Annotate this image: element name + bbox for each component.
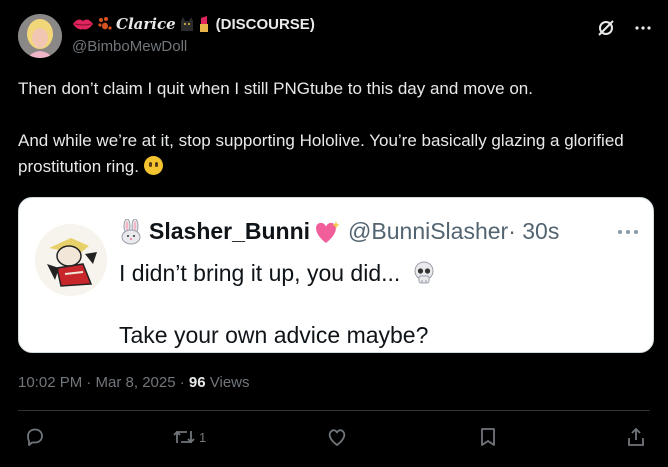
- post-paragraph-2: And while we’re at it, stop supporting H…: [18, 128, 654, 180]
- post-paragraph-2-text: And while we’re at it, stop supporting H…: [18, 131, 624, 176]
- quoted-author-name[interactable]: Slasher_Bunni: [149, 218, 310, 245]
- views-label: Views: [205, 374, 250, 391]
- lips-emoji-icon: [73, 19, 93, 30]
- quoted-line-1-text: I didn’t bring it up, you did...: [119, 260, 401, 286]
- paw-prints-emoji-icon: [98, 17, 112, 30]
- heart-icon: [328, 429, 346, 446]
- post-action-bar: 1: [0, 420, 668, 456]
- author-display-name: Clarice: [116, 15, 176, 33]
- post-body: Then don’t claim I quit when I still PNG…: [18, 76, 654, 180]
- bookmark-icon: [481, 428, 495, 446]
- quoted-post-card[interactable]: Slasher_Bunni @BunniSlasher · 30s I didn…: [18, 197, 654, 353]
- skull-emoji-icon: [414, 261, 434, 284]
- share-icon: [628, 427, 644, 446]
- author-display-suffix: (DISCOURSE): [215, 15, 315, 33]
- rabbit-face-emoji-icon: [121, 218, 141, 244]
- author-avatar[interactable]: [18, 14, 62, 58]
- quoted-line-1: I didn’t bring it up, you did...: [119, 256, 435, 290]
- author-name-row[interactable]: Clarice (DISCOURSE): [72, 15, 315, 33]
- like-button[interactable]: [326, 426, 348, 448]
- lipstick-emoji-icon: [199, 16, 208, 32]
- quoted-author-handle[interactable]: @BunniSlasher: [348, 218, 508, 245]
- views-count: 96: [188, 374, 206, 391]
- reply-icon: [27, 428, 43, 446]
- bookmark-button[interactable]: [478, 426, 498, 448]
- retweet-button[interactable]: 1: [172, 426, 206, 448]
- grok-icon[interactable]: [596, 18, 616, 38]
- quoted-post-header: Slasher_Bunni @BunniSlasher · 30s: [119, 218, 559, 245]
- post-meta: 10:02 PM · Mar 8, 2025 · 96 Views: [18, 374, 250, 391]
- share-button[interactable]: [626, 426, 646, 448]
- black-cat-emoji-icon: [180, 17, 193, 31]
- post-header-actions: [596, 18, 652, 38]
- neutral-face-emoji-icon: [143, 156, 163, 175]
- quoted-line-2: Take your own advice maybe?: [119, 322, 429, 348]
- quoted-author-avatar[interactable]: [35, 224, 107, 296]
- post-paragraph-1: Then don’t claim I quit when I still PNG…: [18, 79, 533, 98]
- quoted-more-options-icon[interactable]: [617, 222, 639, 240]
- sparkling-heart-emoji-icon: [316, 220, 341, 243]
- actions-divider: [18, 410, 650, 411]
- author-handle[interactable]: @BimboMewDoll: [72, 38, 187, 55]
- more-options-icon[interactable]: [634, 25, 652, 31]
- quoted-post-body: I didn’t bring it up, you did... Take yo…: [119, 256, 435, 352]
- quoted-post-time[interactable]: · 30s: [508, 218, 559, 245]
- reply-button[interactable]: [24, 426, 46, 448]
- post-timestamp[interactable]: 10:02 PM · Mar 8, 2025 ·: [18, 374, 189, 391]
- retweet-icon: [173, 430, 195, 444]
- retweet-count: 1: [199, 429, 207, 445]
